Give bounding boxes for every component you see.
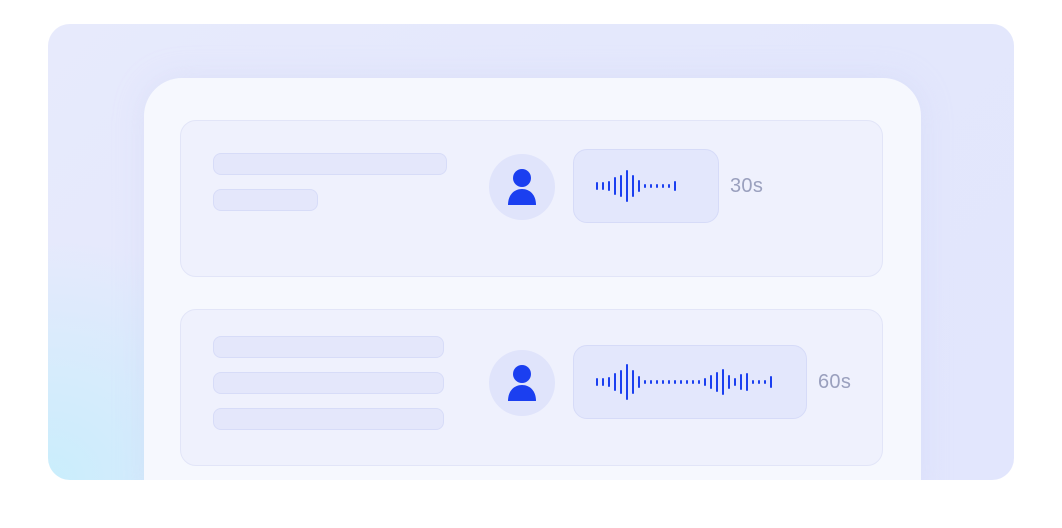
waveform-icon: [596, 170, 676, 202]
text-placeholder-line: [213, 189, 318, 211]
user-icon: [508, 365, 536, 401]
voice-message-bubble[interactable]: [573, 345, 807, 419]
voice-message-card[interactable]: 30s: [180, 120, 883, 277]
background-frame: 30s 60s: [48, 24, 1014, 480]
text-placeholder-line: [213, 336, 444, 358]
voice-duration: 30s: [730, 175, 764, 197]
avatar[interactable]: [489, 154, 555, 220]
voice-message-card[interactable]: 60s: [180, 309, 883, 466]
chat-panel: 30s 60s: [144, 78, 921, 480]
voice-message-bubble[interactable]: [573, 149, 719, 223]
text-placeholder-line: [213, 372, 444, 394]
waveform-icon: [596, 364, 772, 400]
avatar[interactable]: [489, 350, 555, 416]
text-placeholder-line: [213, 408, 444, 430]
text-placeholder-line: [213, 153, 447, 175]
user-icon: [508, 169, 536, 205]
voice-duration: 60s: [818, 371, 852, 393]
